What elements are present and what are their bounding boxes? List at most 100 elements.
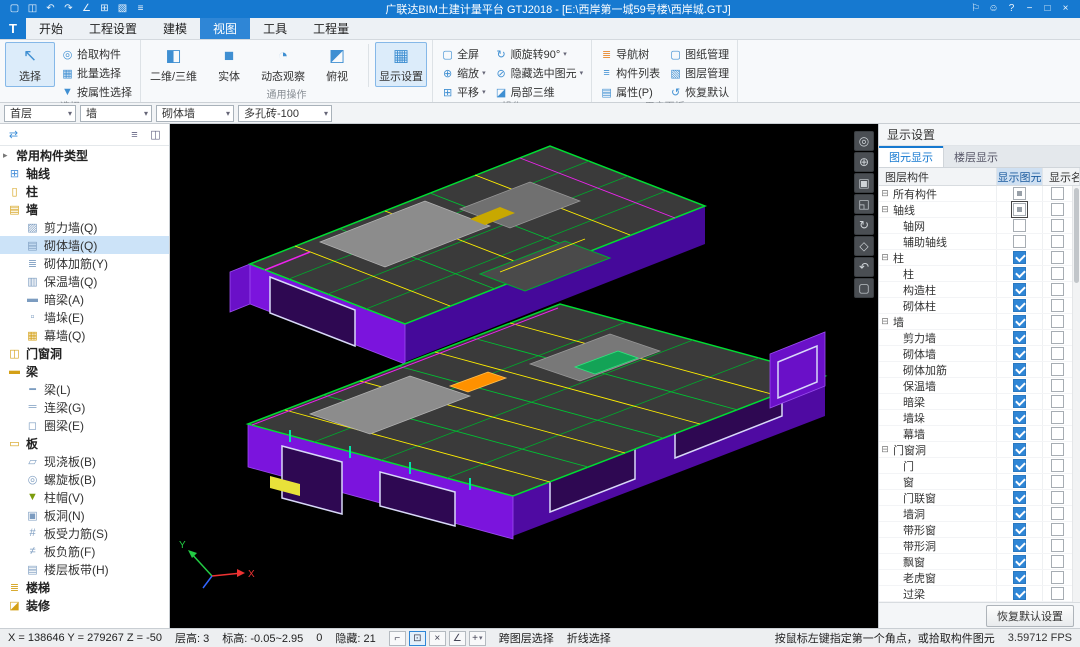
display-element-checkbox[interactable] [1013, 251, 1026, 264]
ribbon-button-1-0[interactable]: ◧二维/三维 [146, 42, 201, 87]
measure-icon[interactable]: ∠ [80, 0, 93, 18]
sidebar-item-6[interactable]: ≣砌体加筋(Y) [0, 254, 169, 272]
display-element-checkbox[interactable] [1013, 235, 1026, 248]
display-name-checkbox[interactable] [1051, 235, 1064, 248]
display-element-checkbox[interactable] [1013, 427, 1026, 440]
display-element-checkbox[interactable] [1013, 459, 1026, 472]
sidebar-item-17[interactable]: ▱现浇板(B) [0, 452, 169, 470]
display-name-checkbox[interactable] [1051, 315, 1064, 328]
ribbon-button-0-0[interactable]: ↖选择 [5, 42, 55, 87]
display-name-checkbox[interactable] [1051, 491, 1064, 504]
sidebar-item-20[interactable]: ▣板洞(N) [0, 506, 169, 524]
menu-tab-2[interactable]: 建模 [150, 18, 200, 39]
fullscreen-view-button[interactable]: ▢ [854, 278, 874, 298]
context-dropdown-2[interactable]: 砌体墙▾ [156, 105, 234, 122]
display-element-checkbox[interactable] [1013, 203, 1026, 216]
sidebar-item-2[interactable]: ▯柱 [0, 182, 169, 200]
display-element-checkbox[interactable] [1013, 187, 1026, 200]
view-cube-button[interactable]: ◇ [854, 236, 874, 256]
cross-layer-select-button[interactable]: 跨图层选择 [499, 630, 554, 646]
sidebar-item-3[interactable]: ▤墙 [0, 200, 169, 218]
sidebar-item-18[interactable]: ◎螺旋板(B) [0, 470, 169, 488]
ribbon-item-3-0-0[interactable]: ≣导航树 [597, 45, 663, 63]
sidebar-item-23[interactable]: ▤楼层板带(H) [0, 560, 169, 578]
display-name-checkbox[interactable] [1051, 523, 1064, 536]
display-element-checkbox[interactable] [1013, 539, 1026, 552]
scrollbar-thumb[interactable] [1074, 188, 1079, 283]
display-name-checkbox[interactable] [1051, 555, 1064, 568]
bell-icon[interactable]: ⚐ [969, 0, 982, 18]
sidebar-item-7[interactable]: ▥保温墙(Q) [0, 272, 169, 290]
user-icon[interactable]: ☺ [987, 0, 1000, 18]
ribbon-item-2-1-1[interactable]: ⊘隐藏选中图元▾ [492, 64, 587, 82]
previous-view-button[interactable]: ↶ [854, 257, 874, 277]
setting-icon[interactable]: ≡ [134, 0, 147, 18]
zoom-window-button[interactable]: ▣ [854, 173, 874, 193]
sidebar-item-22[interactable]: ≠板负筋(F) [0, 542, 169, 560]
display-element-checkbox[interactable] [1013, 411, 1026, 424]
display-name-checkbox[interactable] [1051, 283, 1064, 296]
sidebar-item-14[interactable]: ═连梁(G) [0, 398, 169, 416]
display-element-checkbox[interactable] [1013, 283, 1026, 296]
sidebar-item-10[interactable]: ▦幕墙(Q) [0, 326, 169, 344]
context-dropdown-3[interactable]: 多孔砖-100▾ [238, 105, 332, 122]
add-snap-button[interactable]: +▾ [469, 631, 486, 646]
ribbon-item-3-0-1[interactable]: ≡构件列表 [597, 64, 663, 82]
display-element-checkbox[interactable] [1013, 571, 1026, 584]
zoom-extents-button[interactable]: ◱ [854, 194, 874, 214]
restore-default-settings-button[interactable]: 恢复默认设置 [986, 605, 1074, 627]
tab-floor-display[interactable]: 楼层显示 [944, 146, 1008, 167]
display-name-checkbox[interactable] [1051, 363, 1064, 376]
panel-scrollbar[interactable] [1072, 186, 1080, 602]
display-element-checkbox[interactable] [1013, 267, 1026, 280]
sidebar-item-19[interactable]: ▼柱帽(V) [0, 488, 169, 506]
display-name-checkbox[interactable] [1051, 571, 1064, 584]
undo-icon[interactable]: ↶ [44, 0, 57, 18]
display-name-checkbox[interactable] [1051, 395, 1064, 408]
display-name-checkbox[interactable] [1051, 507, 1064, 520]
display-element-checkbox[interactable] [1013, 363, 1026, 376]
minimize-icon[interactable]: − [1023, 0, 1036, 18]
sidebar-item-1[interactable]: ⊞轴线 [0, 164, 169, 182]
display-name-checkbox[interactable] [1051, 219, 1064, 232]
display-name-checkbox[interactable] [1051, 347, 1064, 360]
display-name-checkbox[interactable] [1051, 475, 1064, 488]
display-element-checkbox[interactable] [1013, 475, 1026, 488]
display-element-checkbox[interactable] [1013, 315, 1026, 328]
collapse-icon[interactable]: ⊟ [879, 188, 891, 199]
display-element-checkbox[interactable] [1013, 347, 1026, 360]
ribbon-button-1-2[interactable]: ◔动态观察 [257, 42, 309, 87]
display-name-checkbox[interactable] [1051, 587, 1064, 600]
angle-snap-button[interactable]: ∠ [449, 631, 466, 646]
locate-button[interactable]: ◎ [854, 131, 874, 151]
display-element-checkbox[interactable] [1013, 395, 1026, 408]
sidebar-item-8[interactable]: ▬暗梁(A) [0, 290, 169, 308]
display-name-checkbox[interactable] [1051, 443, 1064, 456]
collapse-icon[interactable]: ⊟ [879, 204, 891, 215]
ribbon-item-0-0-0[interactable]: ◎拾取构件 [58, 45, 135, 63]
polyline-select-button[interactable]: 折线选择 [567, 630, 611, 646]
sidebar-item-16[interactable]: ▭板 [0, 434, 169, 452]
ribbon-item-3-1-2[interactable]: ↺恢复默认 [666, 83, 732, 101]
display-element-checkbox[interactable] [1013, 587, 1026, 600]
display-name-checkbox[interactable] [1051, 539, 1064, 552]
ribbon-item-2-0-1[interactable]: ⊕缩放▾ [438, 64, 489, 82]
sidebar-item-12[interactable]: ▬梁 [0, 362, 169, 380]
display-element-checkbox[interactable] [1013, 443, 1026, 456]
context-dropdown-0[interactable]: 首层▾ [4, 105, 76, 122]
app-logo[interactable]: T [0, 18, 26, 39]
menu-tab-0[interactable]: 开始 [26, 18, 76, 39]
menu-tab-1[interactable]: 工程设置 [76, 18, 150, 39]
ribbon-item-3-1-1[interactable]: ▧图层管理 [666, 64, 732, 82]
menu-tab-4[interactable]: 工具 [250, 18, 300, 39]
display-element-checkbox[interactable] [1013, 555, 1026, 568]
menu-tab-5[interactable]: 工程量 [300, 18, 362, 39]
clear-snap-button[interactable]: × [429, 631, 446, 646]
display-element-checkbox[interactable] [1013, 299, 1026, 312]
help-icon[interactable]: ? [1005, 0, 1018, 18]
display-element-checkbox[interactable] [1013, 331, 1026, 344]
zoom-in-button[interactable]: ⊕ [854, 152, 874, 172]
list-icon[interactable]: ≡ [128, 126, 141, 144]
display-name-checkbox[interactable] [1051, 379, 1064, 392]
save-icon[interactable]: ◫ [26, 0, 39, 18]
